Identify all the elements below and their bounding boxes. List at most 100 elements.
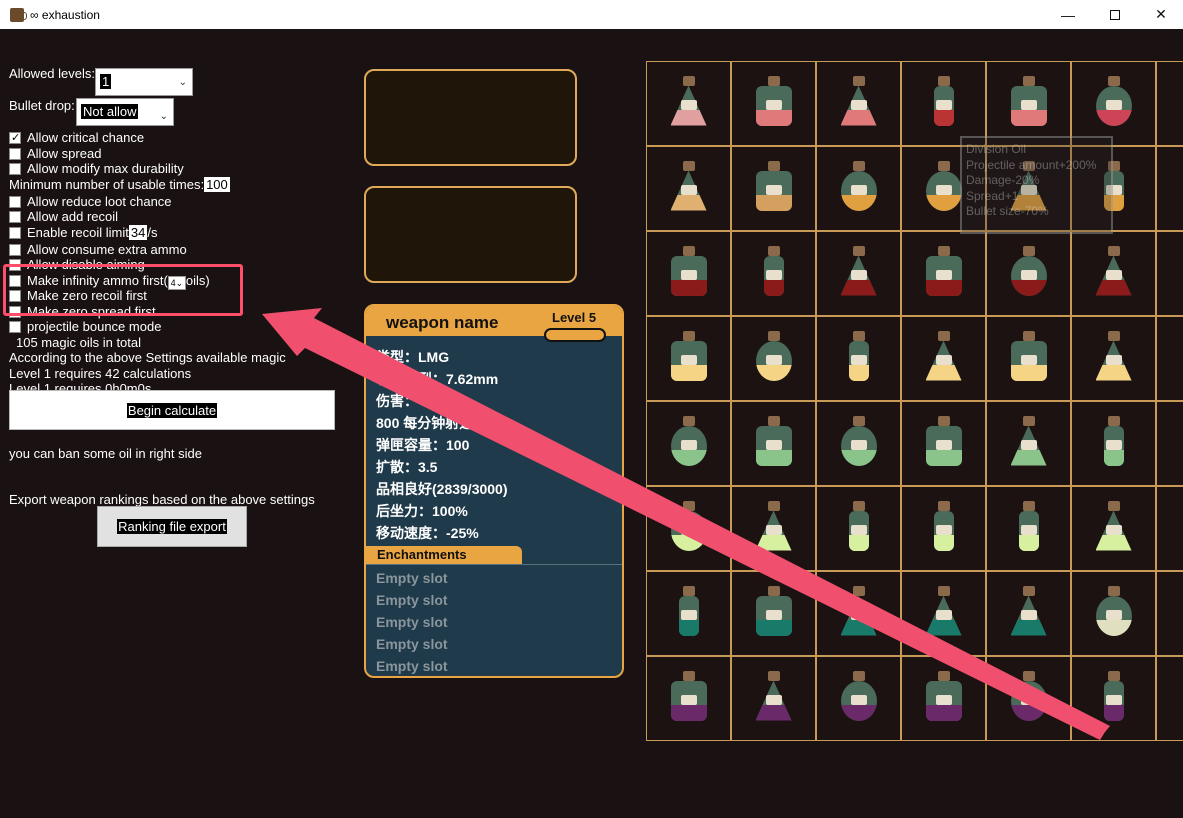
maximize-button[interactable]	[1092, 0, 1138, 29]
oil-cell[interactable]	[901, 401, 986, 486]
enchantments-tab: Enchantments	[366, 546, 522, 564]
oil-cell[interactable]	[816, 316, 901, 401]
oil-cell[interactable]	[986, 656, 1071, 741]
potion-label	[1105, 354, 1122, 365]
potion-liquid	[670, 534, 707, 551]
oil-cell[interactable]	[816, 61, 901, 146]
potion-label	[680, 184, 697, 195]
oil-cell[interactable]	[901, 316, 986, 401]
projectile-bounce-checkbox[interactable]	[9, 321, 21, 333]
oil-cell[interactable]	[1156, 401, 1183, 486]
potion-label	[765, 99, 782, 110]
allow-reduce-loot-checkbox[interactable]	[9, 195, 21, 208]
tooltip-line: Bullet size-70%	[966, 204, 1049, 218]
oil-cell[interactable]	[1071, 486, 1156, 571]
oil-cell[interactable]	[646, 571, 731, 656]
oil-cell[interactable]	[1071, 401, 1156, 486]
enable-recoil-limit-checkbox[interactable]	[9, 226, 21, 239]
potion-icon	[839, 585, 879, 642]
oil-cell[interactable]	[816, 401, 901, 486]
potion-liquid	[1010, 449, 1047, 466]
oil-cell[interactable]	[731, 231, 816, 316]
oil-cell[interactable]	[1156, 146, 1183, 231]
oil-cell[interactable]	[901, 571, 986, 656]
enchantment-slot[interactable]: Empty slot	[366, 589, 622, 611]
oil-cell[interactable]	[901, 231, 986, 316]
potion-liquid	[1010, 279, 1047, 296]
oil-cell[interactable]	[986, 61, 1071, 146]
oil-cell[interactable]	[731, 401, 816, 486]
oil-cell[interactable]	[1071, 231, 1156, 316]
oil-cell[interactable]	[986, 316, 1071, 401]
allow-consume-extra-ammo-checkbox[interactable]	[9, 243, 21, 256]
oil-cell[interactable]	[816, 486, 901, 571]
oil-cell[interactable]	[646, 486, 731, 571]
oil-cell[interactable]	[731, 656, 816, 741]
oil-cell[interactable]	[816, 231, 901, 316]
minimize-button[interactable]: —	[1045, 0, 1091, 29]
oil-cell[interactable]	[1156, 656, 1183, 741]
enchantment-slot[interactable]: Empty slot	[366, 655, 622, 676]
oil-cell[interactable]	[1071, 571, 1156, 656]
allow-spread-checkbox[interactable]	[9, 147, 21, 160]
oil-cell[interactable]	[1156, 316, 1183, 401]
oil-cell[interactable]	[646, 61, 731, 146]
oil-cell[interactable]	[816, 571, 901, 656]
potion-icon	[1009, 415, 1049, 472]
weapon-slot-bottom[interactable]	[364, 186, 577, 283]
bullet-drop-select[interactable]: Not allow ⌄	[76, 98, 174, 126]
oil-cell[interactable]	[1071, 61, 1156, 146]
begin-calculate-button[interactable]: Begin calculate	[9, 390, 335, 430]
oil-cell[interactable]	[646, 656, 731, 741]
oil-cell[interactable]	[1156, 571, 1183, 656]
weapon-slot-top[interactable]	[364, 69, 577, 166]
oil-cell[interactable]	[731, 486, 816, 571]
allow-critical-label: Allow critical chance	[27, 130, 145, 145]
enchantment-slot[interactable]: Empty slot	[366, 633, 622, 655]
oil-cell[interactable]	[901, 486, 986, 571]
allowed-levels-select[interactable]: 1 ⌄	[95, 68, 193, 96]
minimize-icon: —	[1061, 6, 1075, 23]
oil-cell[interactable]	[986, 401, 1071, 486]
potion-icon	[1094, 585, 1134, 642]
enchantment-slot[interactable]: Empty slot	[366, 567, 622, 589]
oil-cell[interactable]	[986, 571, 1071, 656]
potion-cork	[852, 160, 865, 171]
oil-cell[interactable]	[646, 146, 731, 231]
ranking-export-button[interactable]: Ranking file export	[97, 506, 247, 547]
potion-liquid	[848, 364, 869, 381]
oil-cell[interactable]	[731, 146, 816, 231]
enchantment-slot[interactable]: Empty slot	[366, 611, 622, 633]
oil-cell[interactable]	[731, 61, 816, 146]
potion-icon	[669, 75, 709, 132]
oil-cell[interactable]	[1156, 231, 1183, 316]
weapon-card-header: weapon name Level 5	[366, 306, 622, 342]
allow-modify-durability-checkbox[interactable]	[9, 163, 21, 175]
oil-cell[interactable]	[1156, 486, 1183, 571]
allow-add-recoil-checkbox[interactable]	[9, 211, 21, 223]
oil-cell[interactable]	[816, 146, 901, 231]
bullet-drop-label: Bullet drop:	[9, 98, 75, 113]
oil-cell[interactable]	[731, 571, 816, 656]
potion-icon	[669, 670, 709, 727]
oil-cell[interactable]	[1156, 61, 1183, 146]
oil-cell[interactable]	[646, 316, 731, 401]
oil-cell[interactable]	[901, 61, 986, 146]
oil-cell[interactable]	[816, 656, 901, 741]
potion-liquid	[1095, 364, 1132, 381]
min-usable-input[interactable]: 100	[204, 176, 230, 192]
oil-cell[interactable]	[646, 401, 731, 486]
oil-cell[interactable]	[901, 656, 986, 741]
oil-cell[interactable]	[1071, 316, 1156, 401]
allow-critical-checkbox[interactable]	[9, 131, 21, 146]
oil-cell[interactable]	[986, 231, 1071, 316]
close-button[interactable]: ✕	[1138, 0, 1183, 29]
allowed-levels-label: Allowed levels:	[9, 66, 95, 81]
oil-cell[interactable]	[731, 316, 816, 401]
potion-icon	[669, 415, 709, 472]
recoil-limit-input[interactable]: 34	[128, 224, 148, 240]
oil-cell[interactable]	[1071, 656, 1156, 741]
potion-liquid	[670, 109, 707, 126]
oil-cell[interactable]	[986, 486, 1071, 571]
oil-cell[interactable]	[646, 231, 731, 316]
